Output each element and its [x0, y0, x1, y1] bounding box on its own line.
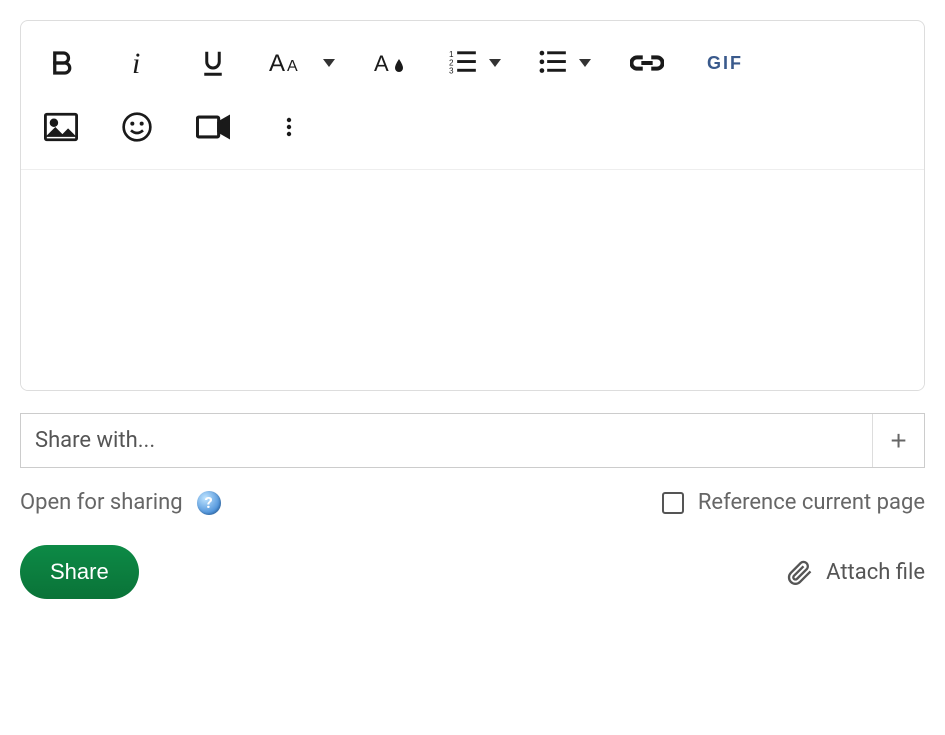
more-vertical-icon — [277, 112, 301, 142]
emoji-button[interactable] — [117, 107, 157, 147]
unordered-list-icon — [537, 49, 569, 77]
emoji-icon — [121, 111, 153, 143]
editor-container: i A A A — [20, 20, 925, 391]
toolbar-row-2 — [41, 95, 904, 159]
toolbar: i A A A — [21, 21, 924, 170]
options-row: Open for sharing ? Reference current pag… — [20, 490, 925, 515]
bottom-row: Share Attach file — [20, 545, 925, 599]
font-size-icon: A A — [269, 48, 313, 78]
svg-text:A: A — [374, 51, 389, 76]
editor-textarea[interactable] — [21, 170, 924, 390]
svg-text:A: A — [287, 58, 298, 75]
underline-icon — [198, 48, 228, 78]
link-icon — [630, 48, 664, 78]
font-size-dropdown[interactable]: A A — [269, 43, 335, 83]
image-button[interactable] — [41, 107, 81, 147]
video-icon — [196, 112, 230, 142]
video-button[interactable] — [193, 107, 233, 147]
bold-button[interactable] — [41, 43, 81, 83]
attach-file-button[interactable]: Attach file — [786, 558, 925, 586]
unordered-list-dropdown[interactable] — [537, 43, 591, 83]
add-recipient-button[interactable]: + — [872, 414, 924, 467]
svg-text:3: 3 — [449, 67, 454, 76]
ordered-list-icon: 1 2 3 — [447, 49, 479, 77]
ordered-list-dropdown[interactable]: 1 2 3 — [447, 43, 501, 83]
chevron-down-icon — [579, 59, 591, 67]
chevron-down-icon — [489, 59, 501, 67]
text-color-button[interactable]: A — [371, 43, 411, 83]
reference-page-group[interactable]: Reference current page — [662, 490, 925, 515]
underline-button[interactable] — [193, 43, 233, 83]
more-button[interactable] — [269, 107, 309, 147]
image-icon — [44, 112, 78, 142]
share-with-row: + — [20, 413, 925, 468]
reference-page-checkbox[interactable] — [662, 492, 684, 514]
italic-icon: i — [122, 48, 152, 78]
svg-text:A: A — [269, 50, 285, 77]
reference-page-label: Reference current page — [698, 490, 925, 515]
link-button[interactable] — [627, 43, 667, 83]
svg-text:i: i — [132, 48, 140, 78]
left-options: Open for sharing ? — [20, 490, 221, 515]
share-button[interactable]: Share — [20, 545, 139, 599]
attach-file-label: Attach file — [826, 560, 925, 585]
paperclip-icon — [786, 558, 814, 586]
share-with-input[interactable] — [21, 414, 872, 467]
italic-button[interactable]: i — [117, 43, 157, 83]
gif-button[interactable]: GIF — [703, 43, 747, 83]
toolbar-row-1: i A A A — [41, 31, 904, 95]
text-color-icon: A — [374, 48, 408, 78]
help-icon[interactable]: ? — [197, 491, 221, 515]
chevron-down-icon — [323, 59, 335, 67]
open-for-sharing-label: Open for sharing — [20, 490, 183, 515]
bold-icon — [46, 48, 76, 78]
